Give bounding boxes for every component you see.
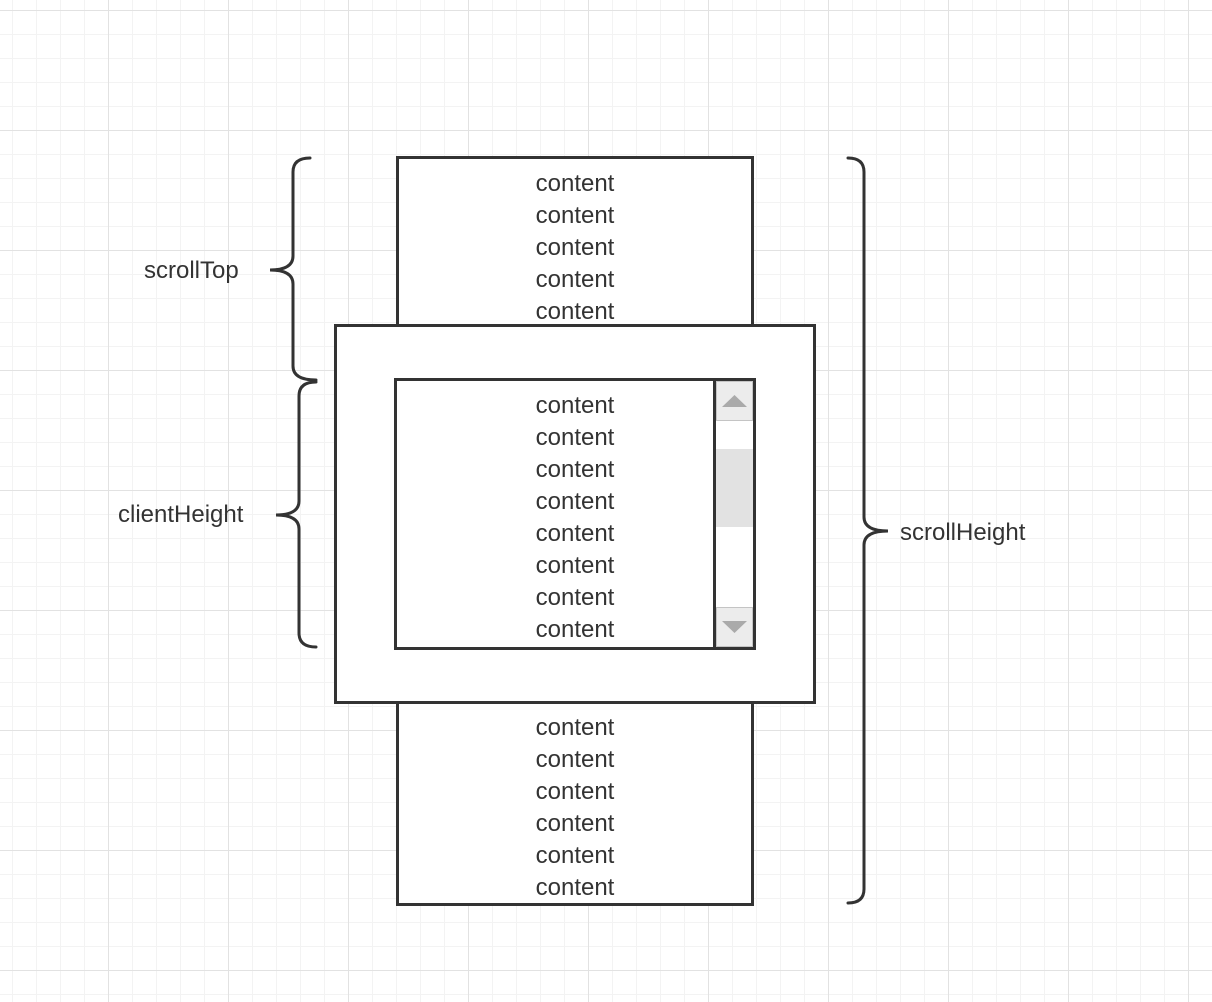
content-line: content — [535, 424, 615, 451]
scroll-up-button[interactable] — [716, 381, 753, 421]
content-line: content — [535, 520, 615, 547]
content-line: content — [535, 616, 615, 643]
scrollbar-thumb[interactable] — [716, 449, 753, 527]
content-line: content — [535, 552, 615, 579]
scrollheight-brace — [846, 156, 889, 905]
content-above-list: content content content content content — [399, 168, 751, 328]
clientheight-label: clientHeight — [118, 501, 244, 528]
content-line: content — [535, 778, 615, 805]
content-line: content — [535, 746, 615, 773]
content-below-list: content content content content content … — [399, 712, 751, 903]
triangle-up-icon — [722, 395, 747, 407]
content-visible-list: content content content content content … — [397, 390, 753, 646]
content-line: content — [535, 202, 615, 229]
content-line: content — [535, 392, 615, 419]
scroll-down-button[interactable] — [716, 607, 753, 647]
content-line: content — [535, 488, 615, 515]
content-line: content — [535, 584, 615, 611]
scroll-viewport[interactable]: content content content content content … — [394, 378, 756, 650]
content-line: content — [535, 874, 615, 901]
content-above-box: content content content content content — [396, 156, 754, 334]
scrollheight-label: scrollHeight — [900, 519, 1026, 546]
content-line: content — [535, 266, 615, 293]
scrolltop-label: scrollTop — [144, 257, 239, 284]
content-line: content — [535, 810, 615, 837]
triangle-down-icon — [722, 621, 747, 633]
content-line: content — [535, 714, 615, 741]
content-line: content — [535, 170, 615, 197]
scrolltop-brace — [269, 156, 318, 382]
content-below-box: content content content content content … — [396, 692, 754, 906]
content-line: content — [535, 456, 615, 483]
vertical-scrollbar[interactable] — [713, 381, 753, 647]
content-line: content — [535, 234, 615, 261]
content-line: content — [535, 842, 615, 869]
clientheight-brace — [275, 380, 318, 649]
